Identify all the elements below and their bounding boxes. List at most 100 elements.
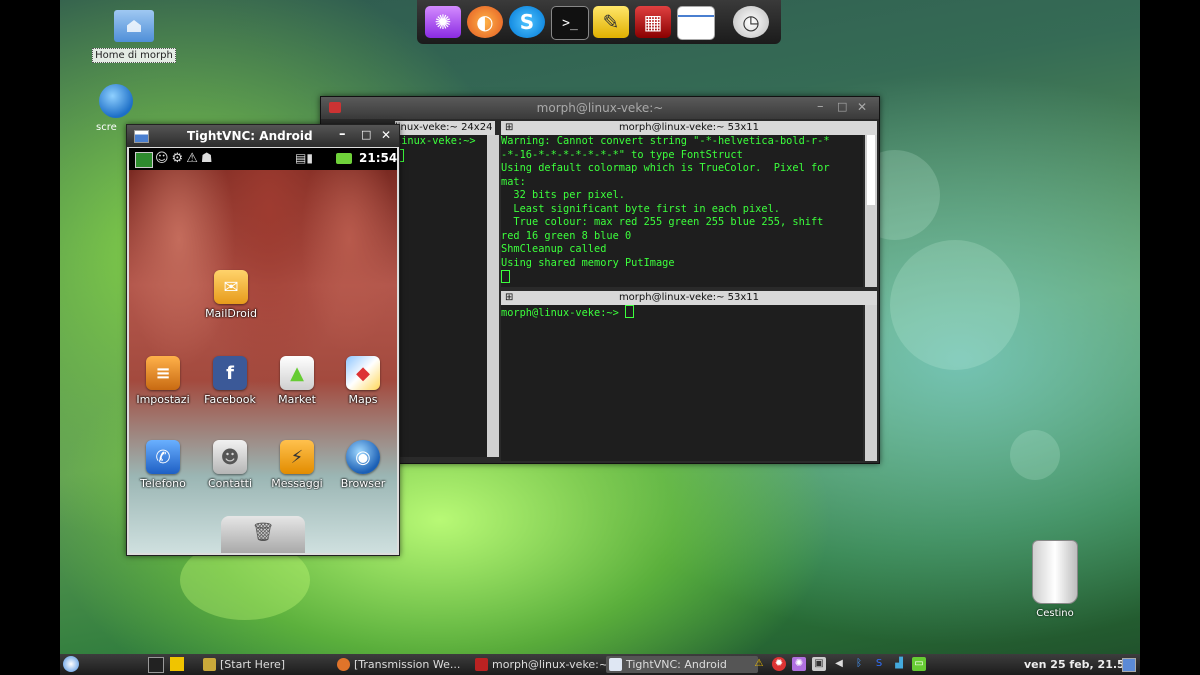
- pane-title: ⊞ morph@linux-veke:~ 53x11: [501, 121, 877, 135]
- show-desktop-icon[interactable]: [1122, 658, 1136, 672]
- terminal-left-pane[interactable]: linux-veke:~>: [395, 135, 487, 457]
- terminal-icon[interactable]: >_: [551, 6, 589, 40]
- terminal-line: red 16 green 8 blue 0: [501, 229, 632, 242]
- start-menu-icon[interactable]: [63, 656, 79, 672]
- minimize-button[interactable]: –: [339, 127, 346, 142]
- terminal-window[interactable]: morph@linux-veke:~ – □ ✕ linux-veke:~ 24…: [320, 96, 880, 464]
- messages-icon: ⚡: [280, 440, 314, 474]
- skype-icon[interactable]: S: [509, 6, 545, 38]
- prompt: morph@linux-veke:~>: [501, 307, 619, 319]
- minimize-button[interactable]: –: [817, 99, 831, 114]
- signal-icon: ▤▮: [295, 151, 313, 165]
- desktop-icon-label: Cestino: [1036, 608, 1074, 619]
- terminal-line: Using default colormap which is TrueColo…: [501, 162, 830, 174]
- facebook-icon: f: [213, 356, 247, 390]
- app-label: Contatti: [207, 477, 253, 490]
- display-icon[interactable]: ▣: [812, 657, 826, 671]
- maps-icon: ◆: [346, 356, 380, 390]
- close-button[interactable]: ✕: [857, 100, 871, 114]
- window-icon: [609, 658, 622, 671]
- globe-icon: [99, 84, 133, 118]
- terminal-icon[interactable]: [148, 657, 164, 673]
- network-icon[interactable]: ▭: [912, 657, 926, 671]
- editor-icon[interactable]: [170, 657, 184, 671]
- trash-icon: [1032, 540, 1078, 604]
- window-title: morph@linux-veke:~: [536, 101, 664, 115]
- volume-icon[interactable]: ◀: [832, 657, 846, 671]
- vnc-window[interactable]: TightVNC: Android – □ ✕ ☺⚙⚠☗ ▤▮ 21:54 ✉ …: [126, 124, 400, 556]
- terminal-bottom-pane[interactable]: morph@linux-veke:~>: [501, 305, 863, 461]
- task-transmission[interactable]: [Transmission We...: [334, 656, 480, 673]
- vnc-titlebar[interactable]: TightVNC: Android – □ ✕: [127, 125, 399, 147]
- taskbar-clock[interactable]: ven 25 feb, 21.54: [1024, 658, 1132, 671]
- app-maps[interactable]: ◆ Maps: [329, 356, 397, 406]
- maildroid-icon: ✉: [214, 270, 248, 304]
- window-icon: [134, 130, 149, 143]
- clock-icon[interactable]: ◷: [733, 6, 769, 38]
- skype-icon[interactable]: S: [872, 657, 886, 671]
- app-market[interactable]: ▲ Market: [263, 356, 331, 406]
- warning-icon[interactable]: ⚠: [752, 657, 766, 671]
- desktop-icon-home[interactable]: Home di morph: [92, 10, 176, 63]
- android-home-screen[interactable]: ✉ MailDroid ≡ Impostazi f Facebook ▲ Mar…: [129, 170, 397, 553]
- app-browser[interactable]: ◉ Browser: [329, 440, 397, 490]
- globe-icon: ◉: [346, 440, 380, 474]
- settings-icon: ≡: [146, 356, 180, 390]
- app-messaggi[interactable]: ⚡ Messaggi: [263, 440, 331, 490]
- scrollbar-thumb[interactable]: [867, 135, 875, 205]
- terminal-line: Warning: Cannot convert string "-*-helve…: [501, 135, 830, 147]
- desktop-icon-trash[interactable]: Cestino: [1020, 540, 1090, 619]
- battery-icon: [336, 153, 352, 164]
- terminal-line: -*-16-*-*-*-*-*-*-*" to type FontStruct: [501, 148, 743, 161]
- task-start-here[interactable]: [Start Here]: [200, 656, 340, 673]
- app-drawer-trash-button[interactable]: 🗑: [221, 516, 305, 553]
- app-label: Maps: [348, 393, 378, 406]
- scrollbar[interactable]: [865, 135, 877, 287]
- terminal-titlebar[interactable]: morph@linux-veke:~ – □ ✕: [321, 97, 879, 119]
- app-telefono[interactable]: ✆ Telefono: [129, 440, 197, 490]
- terminal-line: Least significant byte first in each pix…: [501, 202, 780, 215]
- pane-title: ⊞ morph@linux-veke:~ 53x11: [501, 291, 877, 305]
- android-status-bar: ☺⚙⚠☗ ▤▮ 21:54: [129, 148, 397, 170]
- firefox-icon: [337, 658, 350, 671]
- app-label: Facebook: [204, 393, 256, 406]
- bokeh-light: [890, 240, 1020, 370]
- terminal-top-pane[interactable]: Warning: Cannot convert string "-*-helve…: [501, 135, 863, 287]
- prompt: linux-veke:~>: [395, 135, 476, 147]
- pane-title: linux-veke:~ 24x24: [395, 121, 495, 135]
- app-impostazioni[interactable]: ≡ Impostazi: [129, 356, 197, 406]
- signal-icon[interactable]: ▟: [892, 657, 906, 671]
- close-button[interactable]: ✕: [381, 128, 391, 142]
- notification-icons: ☺⚙⚠☗: [155, 151, 216, 166]
- app-label: Browser: [340, 477, 386, 490]
- cursor: [625, 305, 634, 318]
- market-icon: ▲: [280, 356, 314, 390]
- phone-icon: ✆: [146, 440, 180, 474]
- app-facebook[interactable]: f Facebook: [196, 356, 264, 406]
- scrollbar[interactable]: [865, 305, 877, 461]
- app-maildroid[interactable]: ✉ MailDroid: [197, 270, 265, 320]
- app-contatti[interactable]: ☻ Contatti: [196, 440, 264, 490]
- maximize-button[interactable]: □: [361, 128, 371, 141]
- app-label: Market: [278, 393, 316, 406]
- update-icon[interactable]: ✹: [772, 657, 786, 671]
- dock: ✺ ◐ S >_ ✎ ▦ ◷: [417, 0, 781, 44]
- app-label: Telefono: [140, 477, 186, 490]
- app-label: Impostazi: [136, 393, 190, 406]
- task-terminal[interactable]: morph@linux-veke:~: [472, 656, 618, 673]
- terminal-line: 32 bits per pixel.: [501, 189, 625, 201]
- firefox-icon[interactable]: ◐: [467, 6, 503, 38]
- editor-icon[interactable]: ✎: [593, 6, 629, 38]
- task-tightvnc[interactable]: TightVNC: Android: [606, 656, 758, 673]
- window-icon[interactable]: [677, 6, 715, 40]
- notification-icon: [135, 152, 153, 168]
- maximize-button[interactable]: □: [837, 100, 851, 113]
- screenshot-icon[interactable]: ▦: [635, 6, 671, 38]
- scrollbar[interactable]: [487, 135, 499, 457]
- bluetooth-icon[interactable]: ᛒ: [852, 657, 866, 671]
- settings-icon[interactable]: ✺: [792, 657, 806, 671]
- folder-icon: [203, 658, 216, 671]
- settings-icon[interactable]: ✺: [425, 6, 461, 38]
- terminal-line: True colour: max red 255 green 255 blue …: [501, 216, 824, 228]
- app-label: Messaggi: [271, 477, 323, 490]
